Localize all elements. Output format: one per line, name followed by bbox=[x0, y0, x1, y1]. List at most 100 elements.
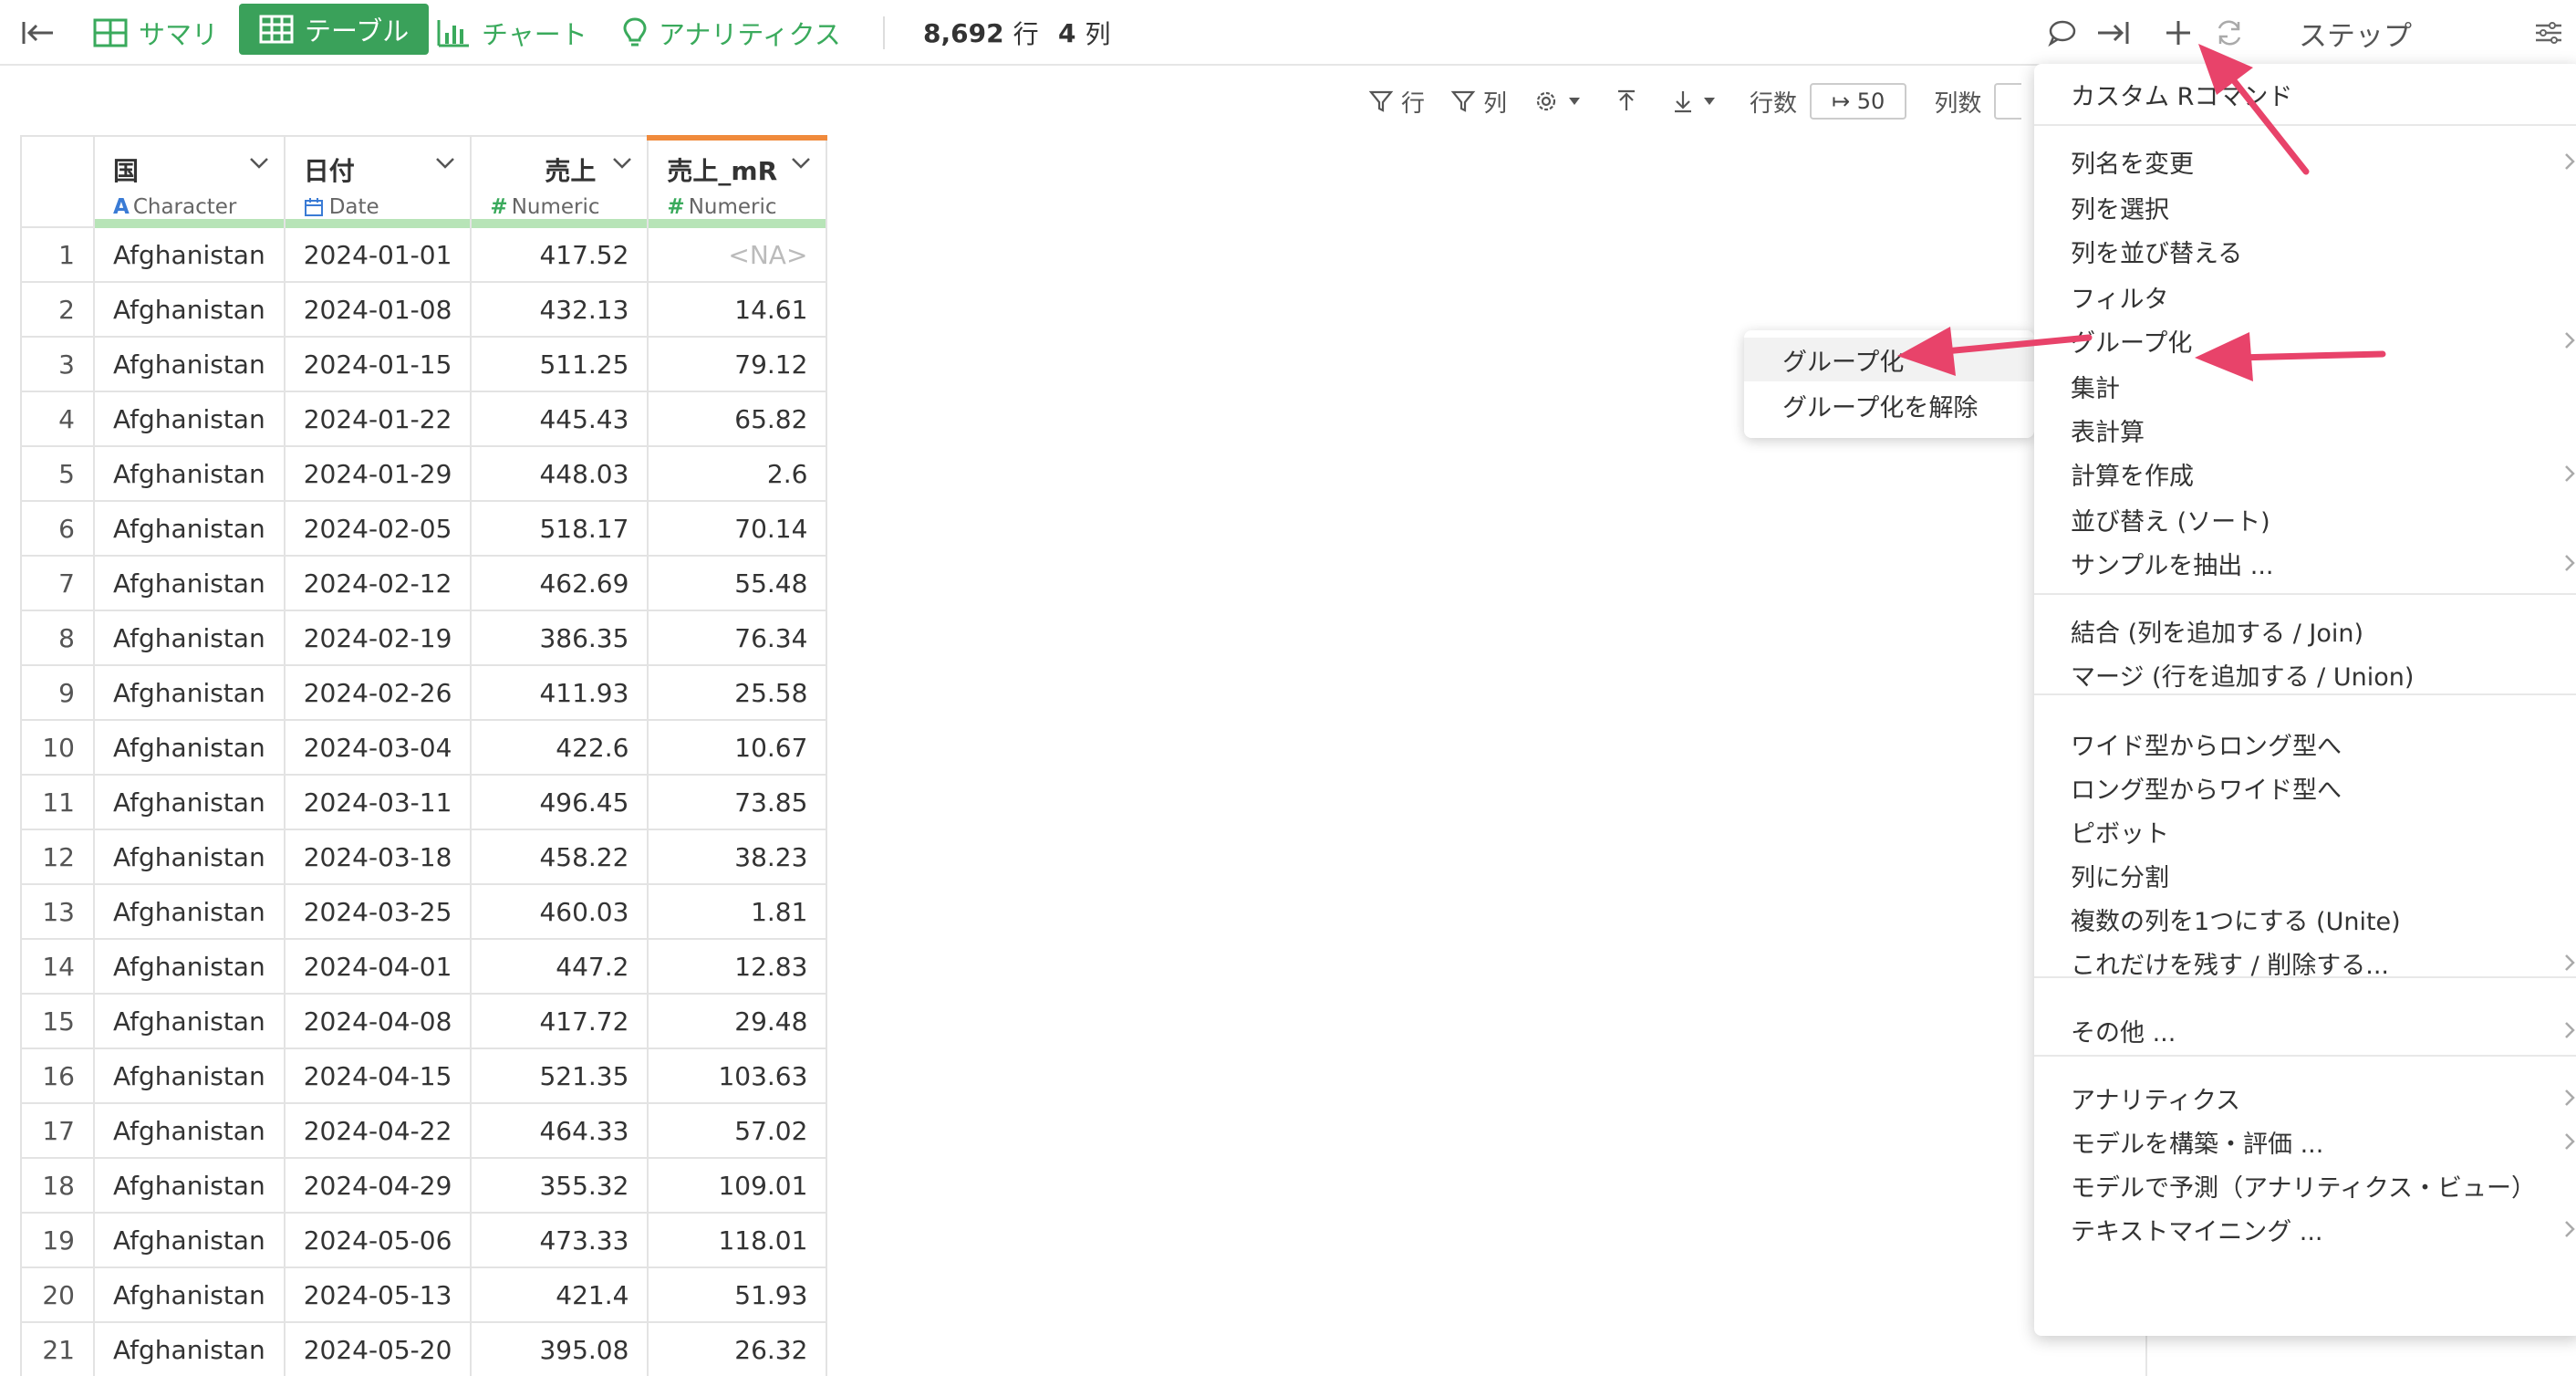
collapse-left-icon[interactable] bbox=[16, 11, 60, 55]
table-row: 18 Afghanistan 2024-04-29 355.32 109.01 bbox=[20, 1157, 828, 1214]
upload-button[interactable] bbox=[1615, 89, 1646, 114]
menu-item-label: 列を並び替える bbox=[2071, 239, 2243, 268]
chevron-down-icon[interactable] bbox=[249, 157, 269, 170]
settings-sliders-icon[interactable] bbox=[2527, 11, 2571, 55]
filter-rows-button[interactable]: 行 bbox=[1368, 85, 1425, 119]
cell-sales-mr: 55.48 bbox=[647, 555, 828, 611]
numeric-type-icon: # bbox=[667, 195, 685, 219]
cell-country: Afghanistan bbox=[93, 1321, 286, 1376]
tab-table[interactable]: テーブル bbox=[239, 4, 430, 55]
table-row: 10 Afghanistan 2024-03-04 422.6 10.67 bbox=[20, 719, 828, 776]
cell-sales-mr: 70.14 bbox=[647, 500, 828, 557]
menu-item[interactable]: グループ化 bbox=[2034, 319, 2576, 361]
cell-sales-mr: 2.6 bbox=[647, 445, 828, 502]
chevron-down-icon[interactable] bbox=[435, 157, 455, 170]
menu-item-label: モデルを構築・評価 ... bbox=[2071, 1130, 2324, 1159]
column-quality-bar bbox=[472, 219, 648, 228]
menu-item-label: ピボット bbox=[2071, 819, 2169, 849]
row-count: 8,692 行 bbox=[923, 0, 1039, 66]
tab-chart-label: チャート bbox=[482, 19, 587, 50]
menu-item[interactable]: モデルを構築・評価 ... bbox=[2034, 1121, 2576, 1162]
table-row: 1 Afghanistan 2024-01-01 417.52 <NA> bbox=[20, 226, 828, 283]
column-quality-bar bbox=[649, 219, 826, 228]
menu-item[interactable]: 列に分割 bbox=[2034, 854, 2576, 896]
cell-sales: 464.33 bbox=[470, 1102, 649, 1159]
column-header-country[interactable]: 国 A Character bbox=[93, 135, 286, 228]
summary-grid-icon bbox=[93, 18, 128, 47]
tab-table-label: テーブル bbox=[305, 16, 410, 47]
menu-item-label: 集計 bbox=[2071, 374, 2120, 403]
cell-country: Afghanistan bbox=[93, 1267, 286, 1323]
menu-item[interactable]: 列を選択 bbox=[2034, 186, 2576, 228]
menu-item[interactable]: マージ (行を追加する / Union) bbox=[2034, 653, 2576, 695]
rows-limit-input[interactable]: ↦ 50 bbox=[1810, 83, 1907, 120]
menu-item-label: グループ化 bbox=[2071, 328, 2193, 358]
submenu-item-ungroup[interactable]: グループ化を解除 bbox=[1744, 383, 2034, 427]
menu-item[interactable]: 列を並び替える bbox=[2034, 230, 2576, 272]
menu-item-label: アナリティクス bbox=[2071, 1086, 2241, 1115]
download-button[interactable] bbox=[1671, 89, 1724, 114]
tab-analytics[interactable]: アナリティクス bbox=[622, 0, 841, 66]
table-row: 20 Afghanistan 2024-05-13 421.4 51.93 bbox=[20, 1267, 828, 1323]
column-type: # Numeric bbox=[667, 195, 807, 219]
cell-country: Afghanistan bbox=[93, 719, 286, 776]
column-header-sales-mr[interactable]: 売上_mR # Numeric bbox=[647, 135, 828, 228]
menu-item[interactable]: これだけを残す / 削除する... bbox=[2034, 942, 2576, 984]
column-name: 売上 bbox=[545, 156, 597, 186]
cell-sales: 422.6 bbox=[470, 719, 649, 776]
menu-item-label: 結合 (列を追加する / Join) bbox=[2071, 619, 2364, 648]
menu-item[interactable]: 結合 (列を追加する / Join) bbox=[2034, 610, 2576, 652]
refresh-icon[interactable] bbox=[2207, 11, 2251, 55]
filter-columns-button[interactable]: 列 bbox=[1450, 85, 1507, 119]
menu-item[interactable]: 集計 bbox=[2034, 365, 2576, 407]
chevron-down-icon[interactable] bbox=[612, 157, 632, 170]
table-row: 12 Afghanistan 2024-03-18 458.22 38.23 bbox=[20, 829, 828, 885]
columns-limit-input[interactable] bbox=[1994, 83, 2022, 120]
cell-sales: 521.35 bbox=[470, 1048, 649, 1104]
chevron-right-icon bbox=[2565, 1022, 2575, 1038]
tab-summary[interactable]: サマリ bbox=[93, 0, 218, 66]
menu-item[interactable]: ピボット bbox=[2034, 810, 2576, 852]
row-index: 11 bbox=[20, 774, 95, 830]
comment-icon[interactable] bbox=[2040, 11, 2083, 55]
submenu-item-group-by[interactable]: グループ化 bbox=[1744, 338, 2034, 381]
filter-columns-label: 列 bbox=[1483, 89, 1508, 118]
caret-down-icon bbox=[1704, 98, 1716, 105]
chevron-down-icon[interactable] bbox=[791, 157, 811, 170]
cell-date: 2024-01-22 bbox=[283, 391, 473, 447]
menu-item[interactable]: サンプルを抽出 ... bbox=[2034, 542, 2576, 584]
filter-icon bbox=[1450, 90, 1476, 112]
menu-item[interactable]: 列名を変更 bbox=[2034, 141, 2576, 182]
menu-item[interactable]: 並び替え (ソート) bbox=[2034, 498, 2576, 540]
menu-item[interactable]: モデルで予測（アナリティクス・ビュー） bbox=[2034, 1164, 2576, 1206]
column-header-sales[interactable]: 売上 # Numeric bbox=[470, 135, 649, 228]
table-settings-button[interactable] bbox=[1532, 88, 1589, 115]
row-index: 2 bbox=[20, 281, 95, 338]
row-index: 16 bbox=[20, 1048, 95, 1104]
menu-item[interactable]: フィルタ bbox=[2034, 276, 2576, 318]
table-row: 14 Afghanistan 2024-04-01 447.2 12.83 bbox=[20, 938, 828, 995]
menu-item[interactable]: 複数の列を1つにする (Unite) bbox=[2034, 898, 2576, 940]
collapse-right-icon[interactable] bbox=[2091, 11, 2135, 55]
menu-item[interactable]: その他 ... bbox=[2034, 1009, 2576, 1051]
menu-item[interactable]: テキストマイニング ... bbox=[2034, 1208, 2576, 1250]
menu-item[interactable]: カスタム Rコマンド bbox=[2034, 73, 2576, 115]
menu-item[interactable]: 計算を作成 bbox=[2034, 453, 2576, 495]
column-header-date[interactable]: 日付 Date bbox=[283, 135, 473, 228]
tab-chart[interactable]: チャート bbox=[436, 0, 587, 66]
menu-item-label: マージ (行を追加する / Union) bbox=[2071, 662, 2415, 692]
menu-item[interactable]: 表計算 bbox=[2034, 409, 2576, 451]
cell-country: Afghanistan bbox=[93, 1212, 286, 1268]
row-index: 17 bbox=[20, 1102, 95, 1159]
top-toolbar: サマリ テーブル チャート アナリティクス 8,692 行 4 列 ステップ bbox=[0, 0, 2576, 66]
cell-date: 2024-03-25 bbox=[283, 883, 473, 940]
cell-date: 2024-01-29 bbox=[283, 445, 473, 502]
row-index-header bbox=[20, 135, 95, 228]
menu-item[interactable]: ワイド型からロング型へ bbox=[2034, 723, 2576, 765]
add-step-icon[interactable] bbox=[2156, 11, 2200, 55]
menu-separator bbox=[2034, 1055, 2576, 1057]
cell-country: Afghanistan bbox=[93, 1157, 286, 1214]
menu-item[interactable]: アナリティクス bbox=[2034, 1077, 2576, 1119]
menu-item[interactable]: ロング型からワイド型へ bbox=[2034, 766, 2576, 808]
cell-country: Afghanistan bbox=[93, 226, 286, 283]
